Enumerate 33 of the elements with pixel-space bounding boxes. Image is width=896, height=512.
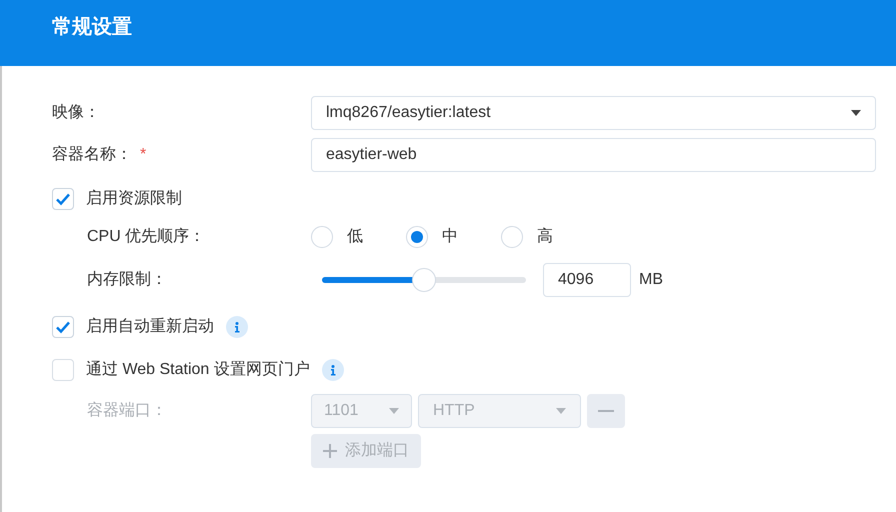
checkbox[interactable] — [52, 316, 74, 338]
radio-button[interactable] — [501, 226, 523, 248]
image-dropdown[interactable]: lmq8267/easytier:latest — [311, 96, 876, 130]
slider-handle[interactable] — [412, 268, 436, 292]
checkbox-label: 启用资源限制 — [86, 188, 182, 209]
minus-icon — [598, 410, 614, 412]
info-icon[interactable] — [226, 316, 248, 338]
info-icon[interactable] — [322, 359, 344, 381]
checkbox-label: 启用自动重新启动 — [86, 316, 214, 337]
caret-icon — [556, 408, 566, 414]
name-field[interactable]: easytier-web — [311, 138, 876, 172]
unit-label: MB — [639, 270, 663, 290]
field-label: 映像： — [52, 102, 101, 123]
radio-label: 高 — [537, 226, 553, 247]
checkbox[interactable] — [52, 188, 74, 210]
plus-icon — [323, 444, 337, 458]
checkmark-icon — [55, 191, 71, 207]
radio-button[interactable] — [406, 226, 428, 248]
checkmark-icon — [55, 319, 71, 335]
radio-label: 低 — [347, 227, 363, 247]
field-label: 内存限制： — [86, 270, 168, 290]
field-label: 容器名称： — [52, 144, 132, 165]
checkbox[interactable] — [52, 359, 74, 381]
caret-icon — [851, 110, 861, 116]
header-title: 常规设置 — [52, 15, 132, 40]
radio-label: 中 — [442, 226, 458, 247]
required-mark: * — [140, 145, 146, 165]
checkbox-label: 通过 Web Station 设置网页门户 — [86, 360, 310, 380]
radio-button[interactable] — [311, 226, 333, 248]
memory-field[interactable]: 4096 — [543, 263, 631, 297]
field-label: CPU 优先顺序： — [86, 226, 206, 247]
caret-icon — [389, 408, 399, 414]
field-label: 容器端口： — [86, 400, 168, 421]
